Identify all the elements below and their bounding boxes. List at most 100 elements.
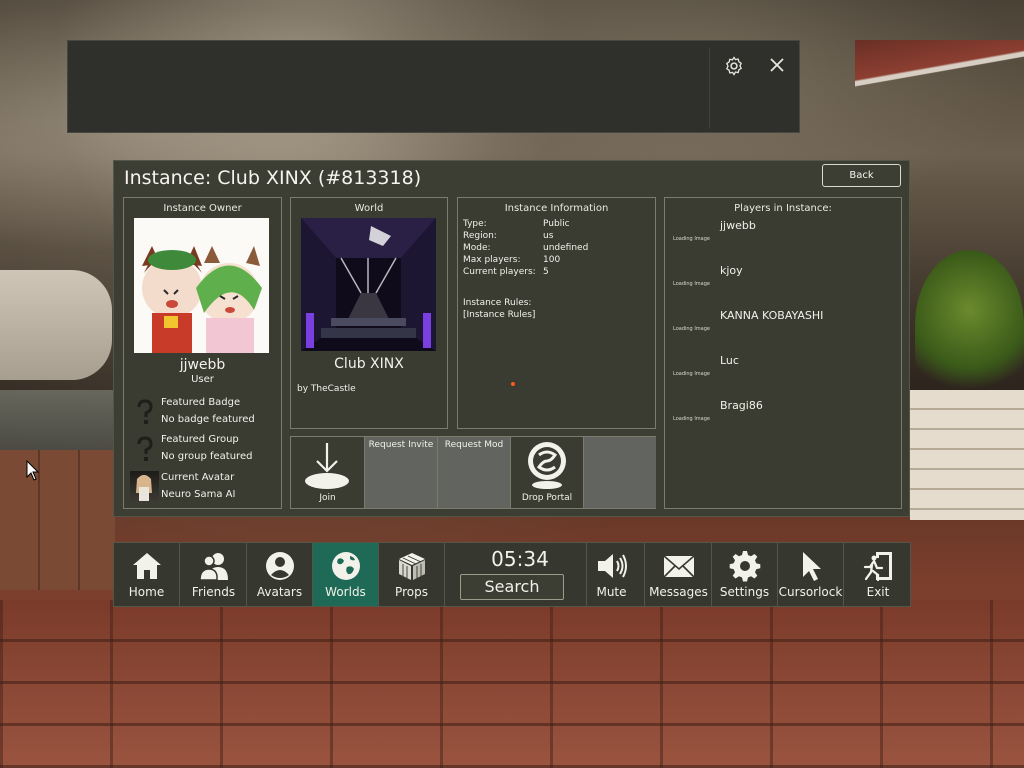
instance-panel: Instance: Club XINX (#813318) Back Insta… xyxy=(113,160,910,517)
avatar-icon xyxy=(266,552,294,580)
player-name[interactable]: Bragi86 xyxy=(720,399,763,412)
info-key-max-players: Max players: xyxy=(463,255,521,265)
question-icon xyxy=(137,399,153,424)
roof-scenery xyxy=(855,40,1024,110)
settings-gear-icon xyxy=(729,551,761,582)
stone-steps-scenery xyxy=(910,390,1024,520)
nav-cursorlock[interactable]: Cursorlock xyxy=(778,543,844,606)
envelope-icon xyxy=(663,555,695,578)
rock-scenery xyxy=(0,270,112,380)
search-button[interactable]: Search xyxy=(460,574,564,600)
request-invite-label: Request Invite xyxy=(368,440,434,450)
info-value-current-players: 5 xyxy=(543,267,549,277)
avatar-thumbnail-art xyxy=(136,475,152,501)
info-value-region: us xyxy=(543,231,554,241)
drop-portal-button[interactable]: Drop Portal xyxy=(510,437,583,508)
instance-actions: Join Request Invite Request Mod Drop Por… xyxy=(290,436,656,509)
info-value-type: Public xyxy=(543,219,570,229)
question-icon xyxy=(137,436,153,461)
info-key-type: Type: xyxy=(463,219,487,229)
avatar-thumbnail[interactable] xyxy=(130,471,159,502)
gear-icon[interactable] xyxy=(723,55,745,77)
toolbar-divider xyxy=(709,47,710,129)
nav-mute-label: Mute xyxy=(596,585,627,599)
nav-worlds[interactable]: Worlds xyxy=(313,543,379,606)
water-scenery xyxy=(0,390,130,450)
nav-messages[interactable]: Messages xyxy=(646,543,712,606)
rules-value: [Instance Rules] xyxy=(463,310,536,320)
rules-title: Instance Rules: xyxy=(463,298,532,308)
status-dot xyxy=(511,382,515,386)
portal-icon xyxy=(528,442,566,489)
mouse-pointer-icon xyxy=(26,460,40,481)
badge-title: Featured Badge xyxy=(161,397,241,408)
badge-value: No badge featured xyxy=(161,414,255,425)
owner-name: jjwebb xyxy=(179,357,226,373)
instance-owner-card: Instance Owner jjwebb User Featured Badg… xyxy=(123,197,282,509)
owner-role: User xyxy=(191,374,214,385)
player-image-loading: Loading Image xyxy=(673,326,710,332)
avatar-value: Neuro Sama AI xyxy=(161,489,236,500)
clock-time: 05:34 xyxy=(491,547,549,571)
nav-exit[interactable]: Exit xyxy=(845,543,911,606)
tree-scenery xyxy=(915,250,1024,400)
nav-settings[interactable]: Settings xyxy=(712,543,778,606)
nav-avatars[interactable]: Avatars xyxy=(247,543,313,606)
player-name[interactable]: jjwebb xyxy=(720,219,756,232)
world-name: Club XINX xyxy=(334,356,404,372)
world-thumbnail[interactable] xyxy=(301,218,436,351)
friends-icon xyxy=(199,553,228,581)
brick-wall-scenery xyxy=(0,450,115,590)
instance-info-card: Instance Information Type: Public Region… xyxy=(457,197,656,429)
world-card: World Club XINX by TheCastle xyxy=(290,197,448,429)
world-artwork xyxy=(301,218,436,351)
speaker-icon xyxy=(598,554,627,578)
info-key-region: Region: xyxy=(463,231,497,241)
nav-props-label: Props xyxy=(395,585,428,599)
nav-worlds-label: Worlds xyxy=(325,585,366,599)
page-title: Instance: Club XINX (#813318) xyxy=(124,167,422,189)
clock-search-section: 05:34 Search xyxy=(445,543,587,606)
cursor-icon xyxy=(803,552,821,581)
globe-icon xyxy=(332,552,360,580)
info-heading: Instance Information xyxy=(504,203,609,214)
group-title: Featured Group xyxy=(161,434,239,445)
player-image-loading: Loading Image xyxy=(673,416,710,422)
action-slot-empty xyxy=(583,437,656,508)
world-author: by TheCastle xyxy=(297,384,356,394)
request-mod-button[interactable]: Request Mod xyxy=(437,437,510,508)
player-image-loading: Loading Image xyxy=(673,236,710,242)
owner-heading: Instance Owner xyxy=(163,203,242,214)
join-button[interactable]: Join xyxy=(291,437,364,508)
nav-exit-label: Exit xyxy=(866,585,890,599)
close-icon[interactable] xyxy=(767,55,787,75)
player-name[interactable]: kjoy xyxy=(720,264,743,277)
nav-props[interactable]: Props xyxy=(379,543,445,606)
nav-friends-label: Friends xyxy=(191,585,236,599)
owner-profile-image[interactable] xyxy=(134,218,269,353)
nav-home-label: Home xyxy=(128,585,165,599)
nav-friends[interactable]: Friends xyxy=(181,543,247,606)
home-icon xyxy=(133,553,161,579)
nav-avatars-label: Avatars xyxy=(256,585,303,599)
main-menu-bar: Home Friends Avatars Worlds Props 05:34 … xyxy=(113,542,911,607)
players-heading: Players in Instance: xyxy=(734,203,832,214)
player-name[interactable]: KANNA KOBAYASHI xyxy=(720,309,823,322)
info-value-mode: undefined xyxy=(543,243,589,253)
top-toolbar xyxy=(67,40,800,133)
nav-home[interactable]: Home xyxy=(114,543,180,606)
join-arrow-icon xyxy=(305,443,349,489)
players-card: Players in Instance: Loading Image jjweb… xyxy=(664,197,902,509)
group-value: No group featured xyxy=(161,451,253,462)
info-key-current-players: Current players: xyxy=(463,267,536,277)
brick-floor-scenery xyxy=(0,600,1024,768)
player-name[interactable]: Luc xyxy=(720,354,739,367)
avatar-title: Current Avatar xyxy=(161,472,235,483)
cube-icon xyxy=(399,553,425,580)
player-image-loading: Loading Image xyxy=(673,281,710,287)
info-key-mode: Mode: xyxy=(463,243,491,253)
nav-cursorlock-label: Cursorlock xyxy=(778,585,843,599)
nav-mute[interactable]: Mute xyxy=(579,543,645,606)
request-invite-button[interactable]: Request Invite xyxy=(364,437,437,508)
back-button[interactable]: Back xyxy=(822,164,901,187)
